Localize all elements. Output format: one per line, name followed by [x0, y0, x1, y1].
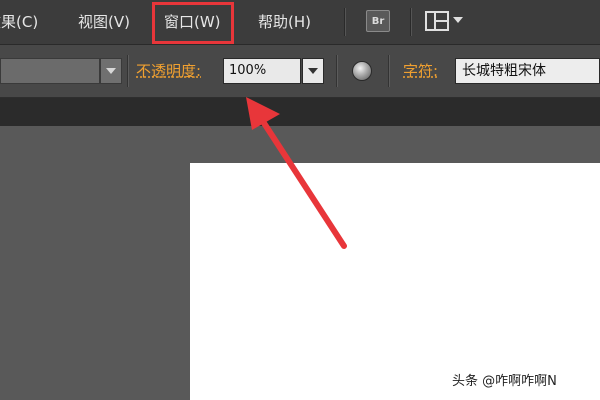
menu-help[interactable]: 帮助(H): [258, 10, 311, 34]
arrange-documents-icon[interactable]: [424, 10, 468, 32]
opacity-input[interactable]: 100%: [223, 58, 301, 84]
chevron-down-icon: [308, 68, 318, 74]
options-separator: [388, 55, 390, 87]
font-family-input[interactable]: 长城特粗宋体: [455, 58, 600, 84]
watermark-text: 头条 @咋啊咋啊N: [452, 374, 557, 389]
opacity-dropdown-button[interactable]: [302, 58, 324, 84]
recolor-globe-icon[interactable]: [352, 61, 372, 81]
menu-view[interactable]: 视图(V): [78, 10, 130, 34]
chevron-down-icon: [106, 68, 116, 74]
character-label[interactable]: 字符:: [403, 59, 438, 83]
window-menu-highlight: [152, 2, 234, 44]
opacity-label[interactable]: 不透明度:: [136, 59, 201, 83]
options-separator: [127, 55, 129, 87]
control-bar: 不透明度: 100% 字符: 长城特粗宋体: [0, 45, 600, 98]
document-tab-strip: [0, 98, 600, 126]
menu-separator: [410, 8, 412, 36]
options-separator: [336, 55, 338, 87]
menu-separator: [344, 8, 346, 36]
menu-effect[interactable]: 效果(C): [0, 10, 38, 34]
menu-bar: 效果(C) 视图(V) 窗口(W) 帮助(H) Br: [0, 0, 600, 45]
artboard[interactable]: [190, 163, 600, 400]
style-dropdown-button[interactable]: [100, 58, 122, 84]
bridge-icon[interactable]: Br: [366, 10, 390, 32]
style-field[interactable]: [0, 58, 100, 84]
